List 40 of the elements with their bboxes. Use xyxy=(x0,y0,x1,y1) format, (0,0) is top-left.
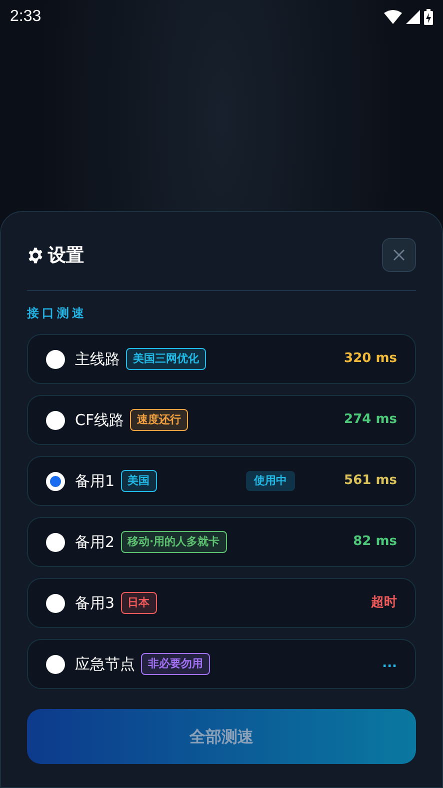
radio-button[interactable] xyxy=(46,532,65,552)
latency-value: 274 ms xyxy=(344,411,397,430)
route-row[interactable]: 应急节点 非必要勿用 ... xyxy=(27,639,416,689)
close-button[interactable] xyxy=(382,238,416,272)
route-row[interactable]: 备用1 美国 使用中 561 ms xyxy=(27,456,416,506)
route-tag: 美国 xyxy=(120,470,157,492)
section-label: 接口测速 xyxy=(27,305,88,322)
clock: 2:33 xyxy=(10,7,42,27)
route-row[interactable]: 主线路 美国三网优化 320 ms xyxy=(27,334,416,384)
latency-value: ... xyxy=(382,655,397,674)
route-name: 应急节点 xyxy=(75,654,135,675)
route-tag: 美国三网优化 xyxy=(126,348,206,370)
battery-icon xyxy=(424,9,433,25)
route-tag: 非必要勿用 xyxy=(141,652,210,676)
radio-button[interactable] xyxy=(46,410,65,430)
close-icon xyxy=(393,249,405,261)
signal-icon xyxy=(406,10,420,24)
latency-value: 超时 xyxy=(371,594,397,612)
latency-value: 320 ms xyxy=(344,350,397,368)
wifi-icon xyxy=(384,10,402,24)
latency-value: 82 ms xyxy=(353,533,397,552)
radio-button[interactable] xyxy=(46,594,65,612)
radio-button[interactable] xyxy=(46,654,65,674)
route-row[interactable]: 备用2 移动·用的人多就卡 82 ms xyxy=(27,517,416,567)
route-row[interactable]: 备用3 日本 超时 xyxy=(27,578,416,628)
settings-icon xyxy=(27,246,44,264)
route-name: 备用3 xyxy=(75,592,115,614)
radio-button[interactable] xyxy=(46,472,65,490)
route-name: 主线路 xyxy=(75,348,120,370)
route-tag: 速度还行 xyxy=(130,408,188,432)
route-tag: 日本 xyxy=(120,592,157,614)
latency-value: 561 ms xyxy=(344,472,397,490)
route-tag: 移动·用的人多就卡 xyxy=(120,530,227,554)
radio-button[interactable] xyxy=(46,350,65,368)
route-name: CF线路 xyxy=(75,410,124,431)
route-row[interactable]: CF线路 速度还行 274 ms xyxy=(27,395,416,445)
in-use-tag: 使用中 xyxy=(246,470,295,492)
route-name: 备用1 xyxy=(75,470,115,492)
route-name: 备用2 xyxy=(75,532,115,553)
sheet-title: 设置 xyxy=(48,244,84,268)
